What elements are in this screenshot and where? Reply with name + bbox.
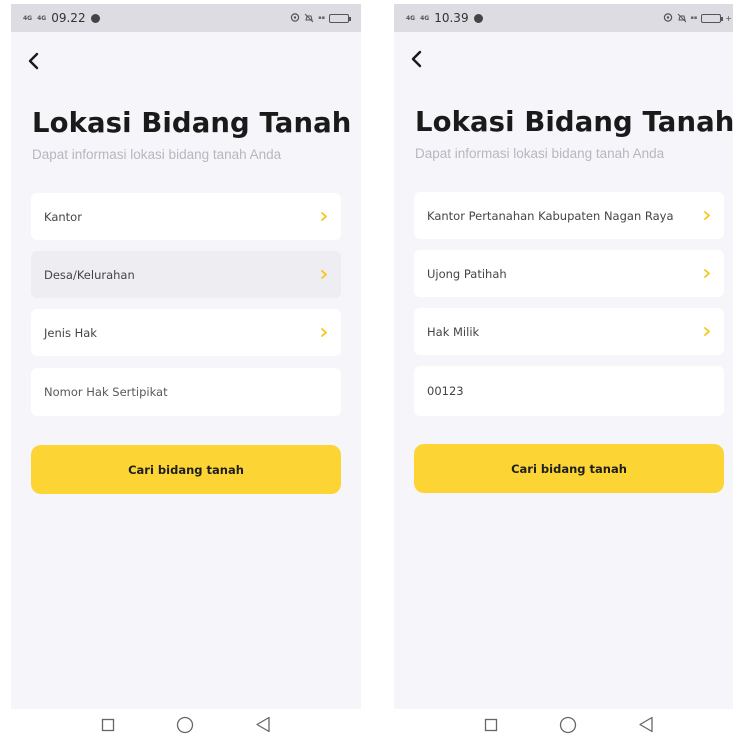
chevron-right-icon xyxy=(703,210,711,221)
search-button[interactable]: Cari bidang tanah xyxy=(414,444,724,493)
chevron-left-icon xyxy=(28,52,39,70)
signal-indicator: 4G xyxy=(37,14,47,22)
signal-indicator: 4G xyxy=(420,14,430,22)
battery-icon xyxy=(329,13,351,23)
chevron-right-icon xyxy=(703,268,711,279)
kantor-select[interactable]: Kantor xyxy=(31,193,341,240)
nomor-hak-input[interactable] xyxy=(427,384,711,398)
page-subtitle: Dapat informasi lokasi bidang tanah Anda xyxy=(415,146,665,161)
back-button[interactable] xyxy=(408,48,428,70)
status-left: 4G 4G 10.39 xyxy=(406,11,483,25)
jenis-hak-label: Jenis Hak xyxy=(44,325,97,340)
nomor-hak-field[interactable] xyxy=(31,368,341,416)
page-title: Lokasi Bidang Tanah xyxy=(32,107,352,139)
status-bar: 4G 4G 09.22 ▪▪ xyxy=(11,4,361,32)
triangle-back-icon[interactable] xyxy=(638,716,654,733)
page-title: Lokasi Bidang Tanah xyxy=(415,106,733,138)
phone-screen-empty: 4G 4G 09.22 ▪▪ Lokasi Bidang Tanah Dapat… xyxy=(11,4,361,740)
network-speed-icon: ▪▪ xyxy=(318,14,325,21)
app-screen: 4G 4G 09.22 ▪▪ Lokasi Bidang Tanah Dapat… xyxy=(11,4,361,709)
signal-indicator: 4G xyxy=(406,14,416,22)
back-button[interactable] xyxy=(25,50,45,72)
jenis-hak-select[interactable]: Jenis Hak xyxy=(31,309,341,356)
status-left: 4G 4G 09.22 xyxy=(23,11,100,25)
chevron-right-icon xyxy=(320,269,328,280)
circle-icon[interactable] xyxy=(559,716,577,734)
square-icon[interactable] xyxy=(101,718,115,732)
notification-icon xyxy=(473,13,483,23)
chevron-right-icon xyxy=(320,211,328,222)
status-time: 09.22 xyxy=(51,11,86,25)
status-time: 10.39 xyxy=(434,11,469,25)
kantor-label: Kantor Pertanahan Kabupaten Nagan Raya xyxy=(427,208,674,223)
search-button[interactable]: Cari bidang tanah xyxy=(31,445,341,494)
mute-icon xyxy=(304,13,314,23)
location-icon xyxy=(663,13,673,23)
jenis-hak-label: Hak Milik xyxy=(427,324,480,339)
kantor-label: Kantor xyxy=(44,209,82,224)
status-right: ▪▪ + xyxy=(663,13,732,23)
nomor-hak-field[interactable] xyxy=(414,366,724,416)
status-bar: 4G 4G 10.39 ▪▪ + xyxy=(394,4,733,32)
kantor-select[interactable]: Kantor Pertanahan Kabupaten Nagan Raya xyxy=(414,192,724,239)
square-icon[interactable] xyxy=(484,718,498,732)
notification-icon xyxy=(90,13,100,23)
location-icon xyxy=(290,13,300,23)
desa-kelurahan-select[interactable]: Ujong Patihah xyxy=(414,250,724,297)
desa-kelurahan-label: Ujong Patihah xyxy=(427,266,507,281)
status-right: ▪▪ xyxy=(290,13,351,23)
circle-icon[interactable] xyxy=(176,716,194,734)
nomor-hak-input[interactable] xyxy=(44,385,328,399)
system-nav-bar xyxy=(11,709,361,740)
signal-indicator: 4G xyxy=(23,14,33,22)
desa-kelurahan-select[interactable]: Desa/Kelurahan xyxy=(31,251,341,298)
charging-icon: + xyxy=(725,13,732,23)
triangle-back-icon[interactable] xyxy=(255,716,271,733)
mute-icon xyxy=(677,13,687,23)
phone-screen-filled: 4G 4G 10.39 ▪▪ + Lokasi Bidang Tanah Dap… xyxy=(394,4,733,740)
chevron-left-icon xyxy=(411,50,422,68)
chevron-right-icon xyxy=(320,327,328,338)
network-speed-icon: ▪▪ xyxy=(690,14,698,21)
chevron-right-icon xyxy=(703,326,711,337)
page-subtitle: Dapat informasi lokasi bidang tanah Anda xyxy=(32,147,282,162)
desa-kelurahan-label: Desa/Kelurahan xyxy=(44,267,135,282)
app-screen: 4G 4G 10.39 ▪▪ + Lokasi Bidang Tanah Dap… xyxy=(394,4,733,709)
jenis-hak-select[interactable]: Hak Milik xyxy=(414,308,724,355)
system-nav-bar xyxy=(394,709,733,740)
battery-icon xyxy=(701,13,724,23)
